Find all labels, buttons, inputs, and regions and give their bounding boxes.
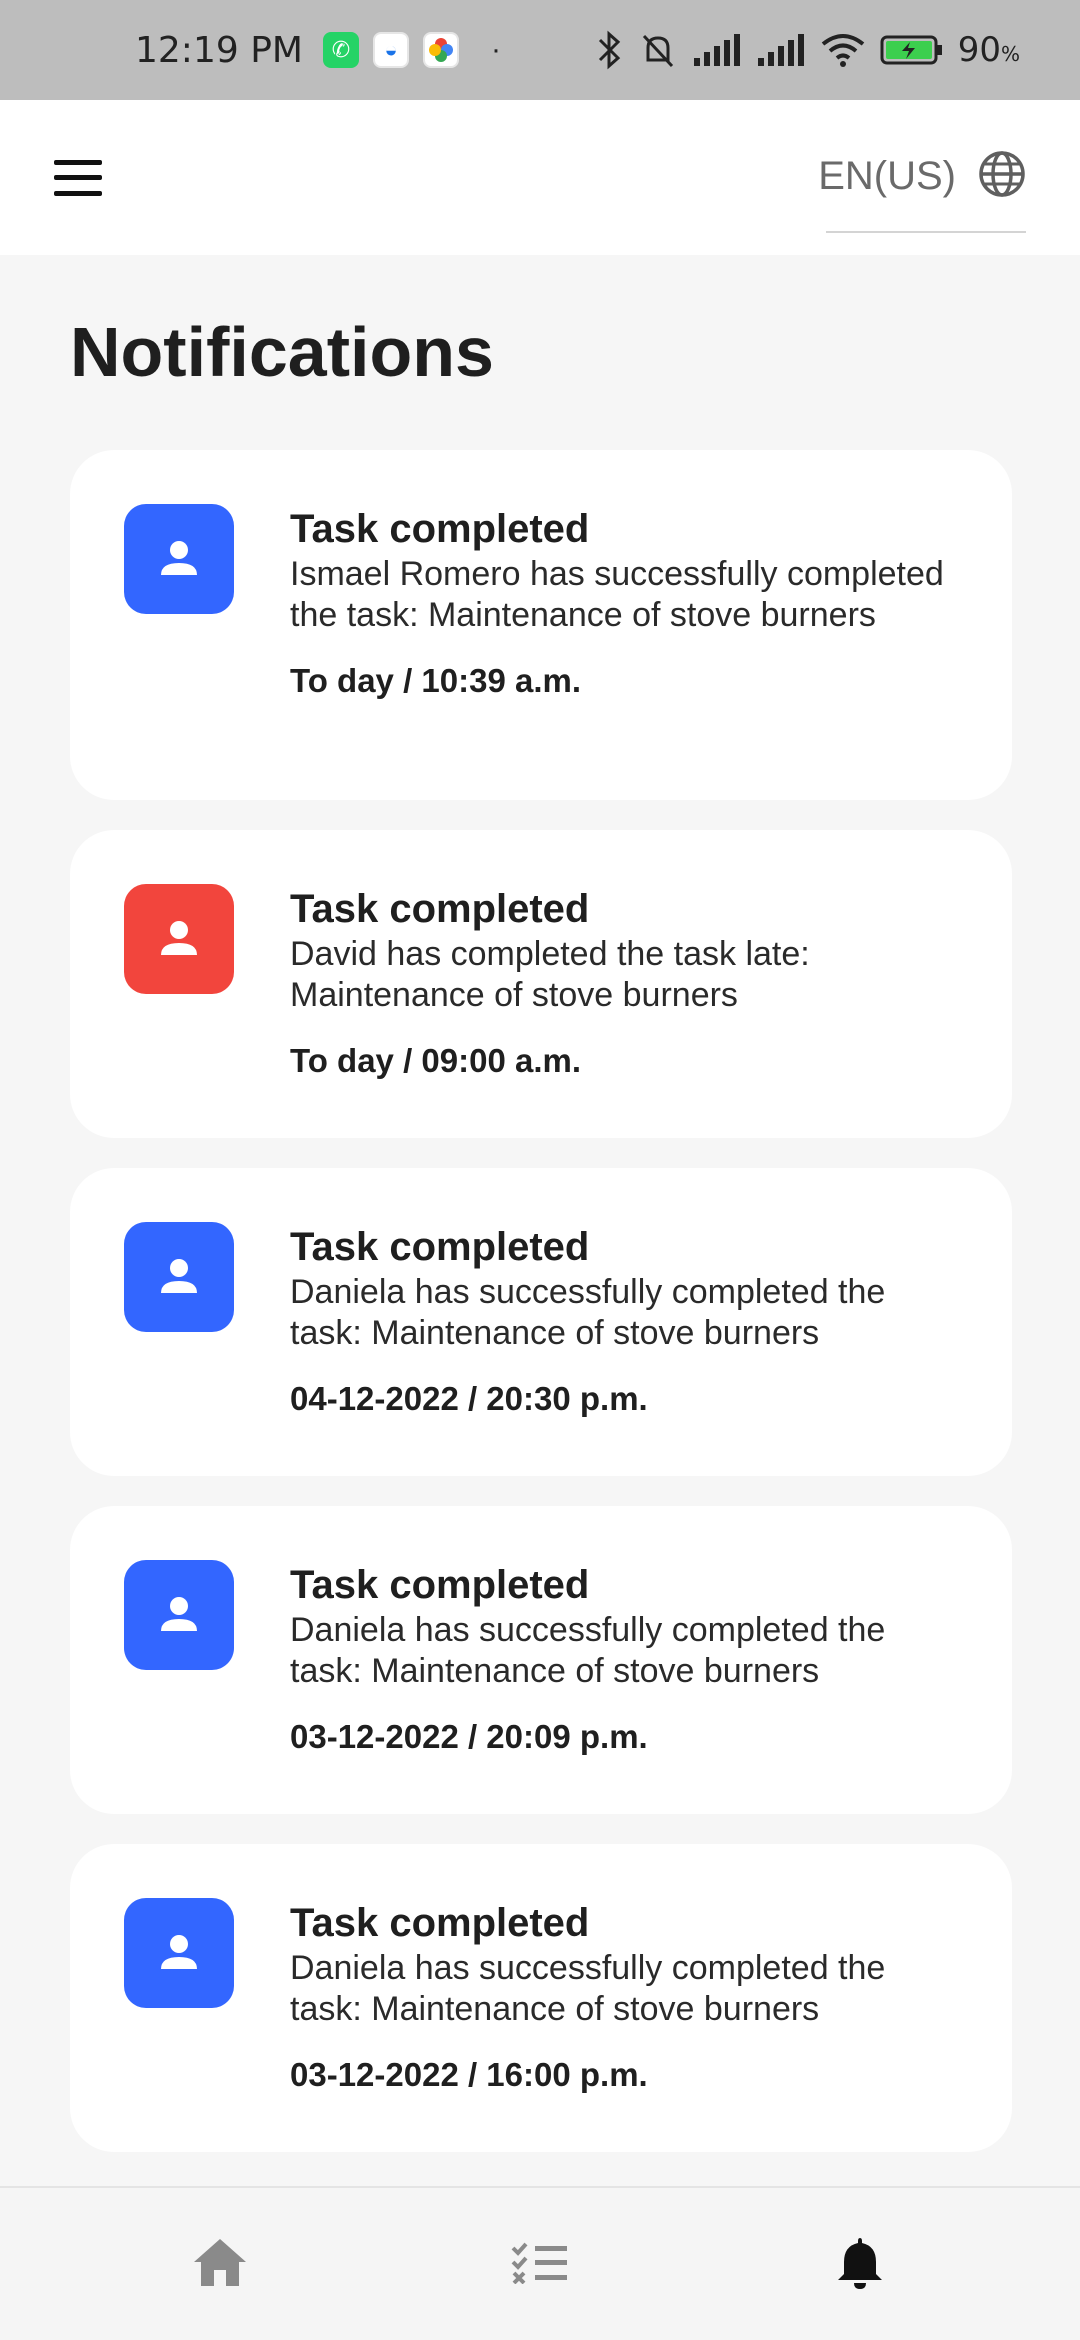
menu-line — [54, 159, 102, 165]
menu-line — [54, 190, 102, 196]
notification-message: Daniela has successfully completed the t… — [290, 1949, 886, 2028]
battery-percent: 90 — [957, 30, 1001, 70]
nav-tasks[interactable] — [480, 2214, 600, 2314]
user-avatar-icon — [124, 1898, 234, 2008]
page-title: Notifications — [70, 313, 494, 391]
notification-message: Ismael Romero has successfully completed… — [290, 555, 944, 634]
notification-time: To day / 10:39 a.m. — [290, 662, 582, 699]
signal-icon — [692, 32, 742, 68]
whatsapp-icon: ✆ — [322, 32, 359, 68]
notification-content: Task completed David has completed the t… — [290, 886, 962, 1080]
user-avatar-icon — [124, 884, 234, 994]
bluetooth-icon — [594, 30, 624, 70]
notification-title: Task completed — [290, 1225, 590, 1269]
notification-list: Task completed Ismael Romero has success… — [70, 450, 1012, 2182]
notification-time: 04-12-2022 / 20:30 p.m. — [290, 1380, 648, 1417]
language-label: EN(US) — [818, 154, 956, 198]
notification-card[interactable]: Task completed Daniela has successfully … — [70, 1168, 1012, 1476]
app-notification-icon: ◒ — [372, 32, 409, 68]
notification-message: Daniela has successfully completed the t… — [290, 1273, 886, 1352]
notification-card[interactable]: Task completed David has completed the t… — [70, 830, 1012, 1138]
home-icon — [192, 2236, 248, 2293]
notification-content: Task completed Ismael Romero has success… — [290, 506, 962, 700]
bell-icon — [835, 2234, 885, 2295]
battery-icon — [880, 33, 944, 67]
status-right: 90% — [594, 30, 1020, 70]
notification-title: Task completed — [290, 507, 590, 551]
notification-title: Task completed — [290, 1563, 590, 1607]
notification-time: 03-12-2022 / 20:09 p.m. — [290, 1718, 648, 1755]
status-time: 12:19 PM — [135, 29, 303, 71]
notification-content: Task completed Daniela has successfully … — [290, 1224, 962, 1418]
nav-home[interactable] — [160, 2214, 280, 2314]
notification-content: Task completed Daniela has successfully … — [290, 1900, 962, 2094]
notification-time: 03-12-2022 / 16:00 p.m. — [290, 2056, 648, 2093]
language-selector[interactable]: EN(US) — [818, 150, 1026, 233]
photos-icon — [422, 32, 459, 68]
app-header: EN(US) — [0, 100, 1080, 255]
globe-icon — [978, 150, 1026, 203]
signal-icon-2 — [756, 32, 806, 68]
notification-title: Task completed — [290, 887, 590, 931]
user-avatar-icon — [124, 1560, 234, 1670]
battery-level: 90% — [958, 30, 1020, 70]
wifi-icon — [820, 32, 866, 68]
task-list-icon — [511, 2240, 569, 2289]
notification-card[interactable]: Task completed Daniela has successfully … — [70, 1506, 1012, 1814]
nav-notifications[interactable] — [800, 2214, 920, 2314]
menu-line — [54, 175, 102, 180]
menu-icon[interactable] — [54, 159, 102, 196]
notification-card[interactable]: Task completed Daniela has successfully … — [70, 1844, 1012, 2152]
notification-message: David has completed the task late: Maint… — [290, 935, 810, 1014]
mute-bell-icon — [638, 30, 678, 70]
notification-message: Daniela has successfully completed the t… — [290, 1611, 886, 1690]
notification-title: Task completed — [290, 1901, 590, 1945]
user-avatar-icon — [124, 1222, 234, 1332]
status-bar: 12:19 PM ✆ ◒ · 90% — [0, 0, 1080, 100]
status-dot: · — [490, 33, 501, 66]
user-avatar-icon — [124, 504, 234, 614]
battery-unit: % — [1000, 42, 1020, 66]
notification-time: To day / 09:00 a.m. — [290, 1042, 582, 1079]
notification-card[interactable]: Task completed Ismael Romero has success… — [70, 450, 1012, 800]
bottom-navigation — [0, 2186, 1080, 2340]
status-left: 12:19 PM ✆ ◒ · — [135, 30, 501, 71]
notification-content: Task completed Daniela has successfully … — [290, 1562, 962, 1756]
